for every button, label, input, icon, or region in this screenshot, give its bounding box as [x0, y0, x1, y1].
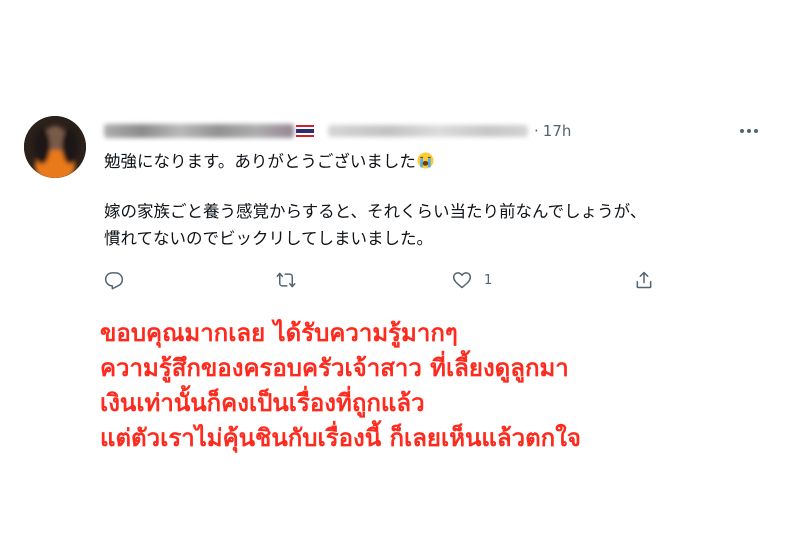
retweet-icon: [276, 272, 296, 288]
translation-caption: ขอบคุณมากเลย ได้รับความรู้มากๆ ความรู้สึ…: [100, 316, 581, 456]
tweet-text-line-2: 嫁の家族ごと養う感覚からすると、それくらい当たり前なんでしょうが、: [104, 202, 647, 221]
reply-button[interactable]: [104, 268, 124, 292]
share-button[interactable]: [634, 268, 654, 292]
more-button[interactable]: [738, 120, 760, 142]
share-icon: [636, 271, 652, 289]
caption-line-3: เงินเท่านั้นก็คงเป็นเรื่องที่ถูกแล้ว: [100, 389, 425, 417]
caption-line-4: แต่ตัวเราไม่คุ้นชินกับเรื่องนี้ ก็เลยเห็…: [100, 424, 581, 452]
like-button[interactable]: 1: [452, 268, 492, 292]
tweet-card: · 17h 勉強になります。ありがとうございました 嫁の家族ごと養う感覚からする…: [0, 0, 800, 533]
tweet-text-line-1: 勉強になります。ありがとうございました: [104, 150, 434, 174]
avatar[interactable]: [24, 116, 86, 178]
tweet-text-line-3: 慣れてないのでビックリしてしまいました。: [104, 229, 434, 248]
more-horizontal-icon: [740, 129, 758, 133]
like-count: 1: [484, 272, 493, 288]
author-handle[interactable]: [328, 125, 528, 137]
heart-icon: [452, 272, 472, 289]
caption-line-2: ความรู้สึกของครอบครัวเจ้าสาว ที่เลี้ยงดู…: [100, 354, 569, 382]
tweet-text-segment: 勉強になります。ありがとうございました: [104, 152, 416, 171]
tweet-header: · 17h: [104, 120, 571, 142]
retweet-button[interactable]: [276, 268, 296, 292]
loudly-crying-face-emoji: [417, 152, 434, 169]
caption-line-1: ขอบคุณมากเลย ได้รับความรู้มากๆ: [100, 319, 458, 347]
reply-icon: [104, 272, 124, 290]
tweet-action-bar: 1: [0, 268, 800, 292]
separator-dot: ·: [534, 122, 539, 140]
thailand-flag-icon: [296, 122, 314, 141]
tweet-timestamp[interactable]: 17h: [543, 122, 572, 140]
author-display-name[interactable]: [104, 124, 294, 138]
avatar-image: [24, 116, 86, 178]
